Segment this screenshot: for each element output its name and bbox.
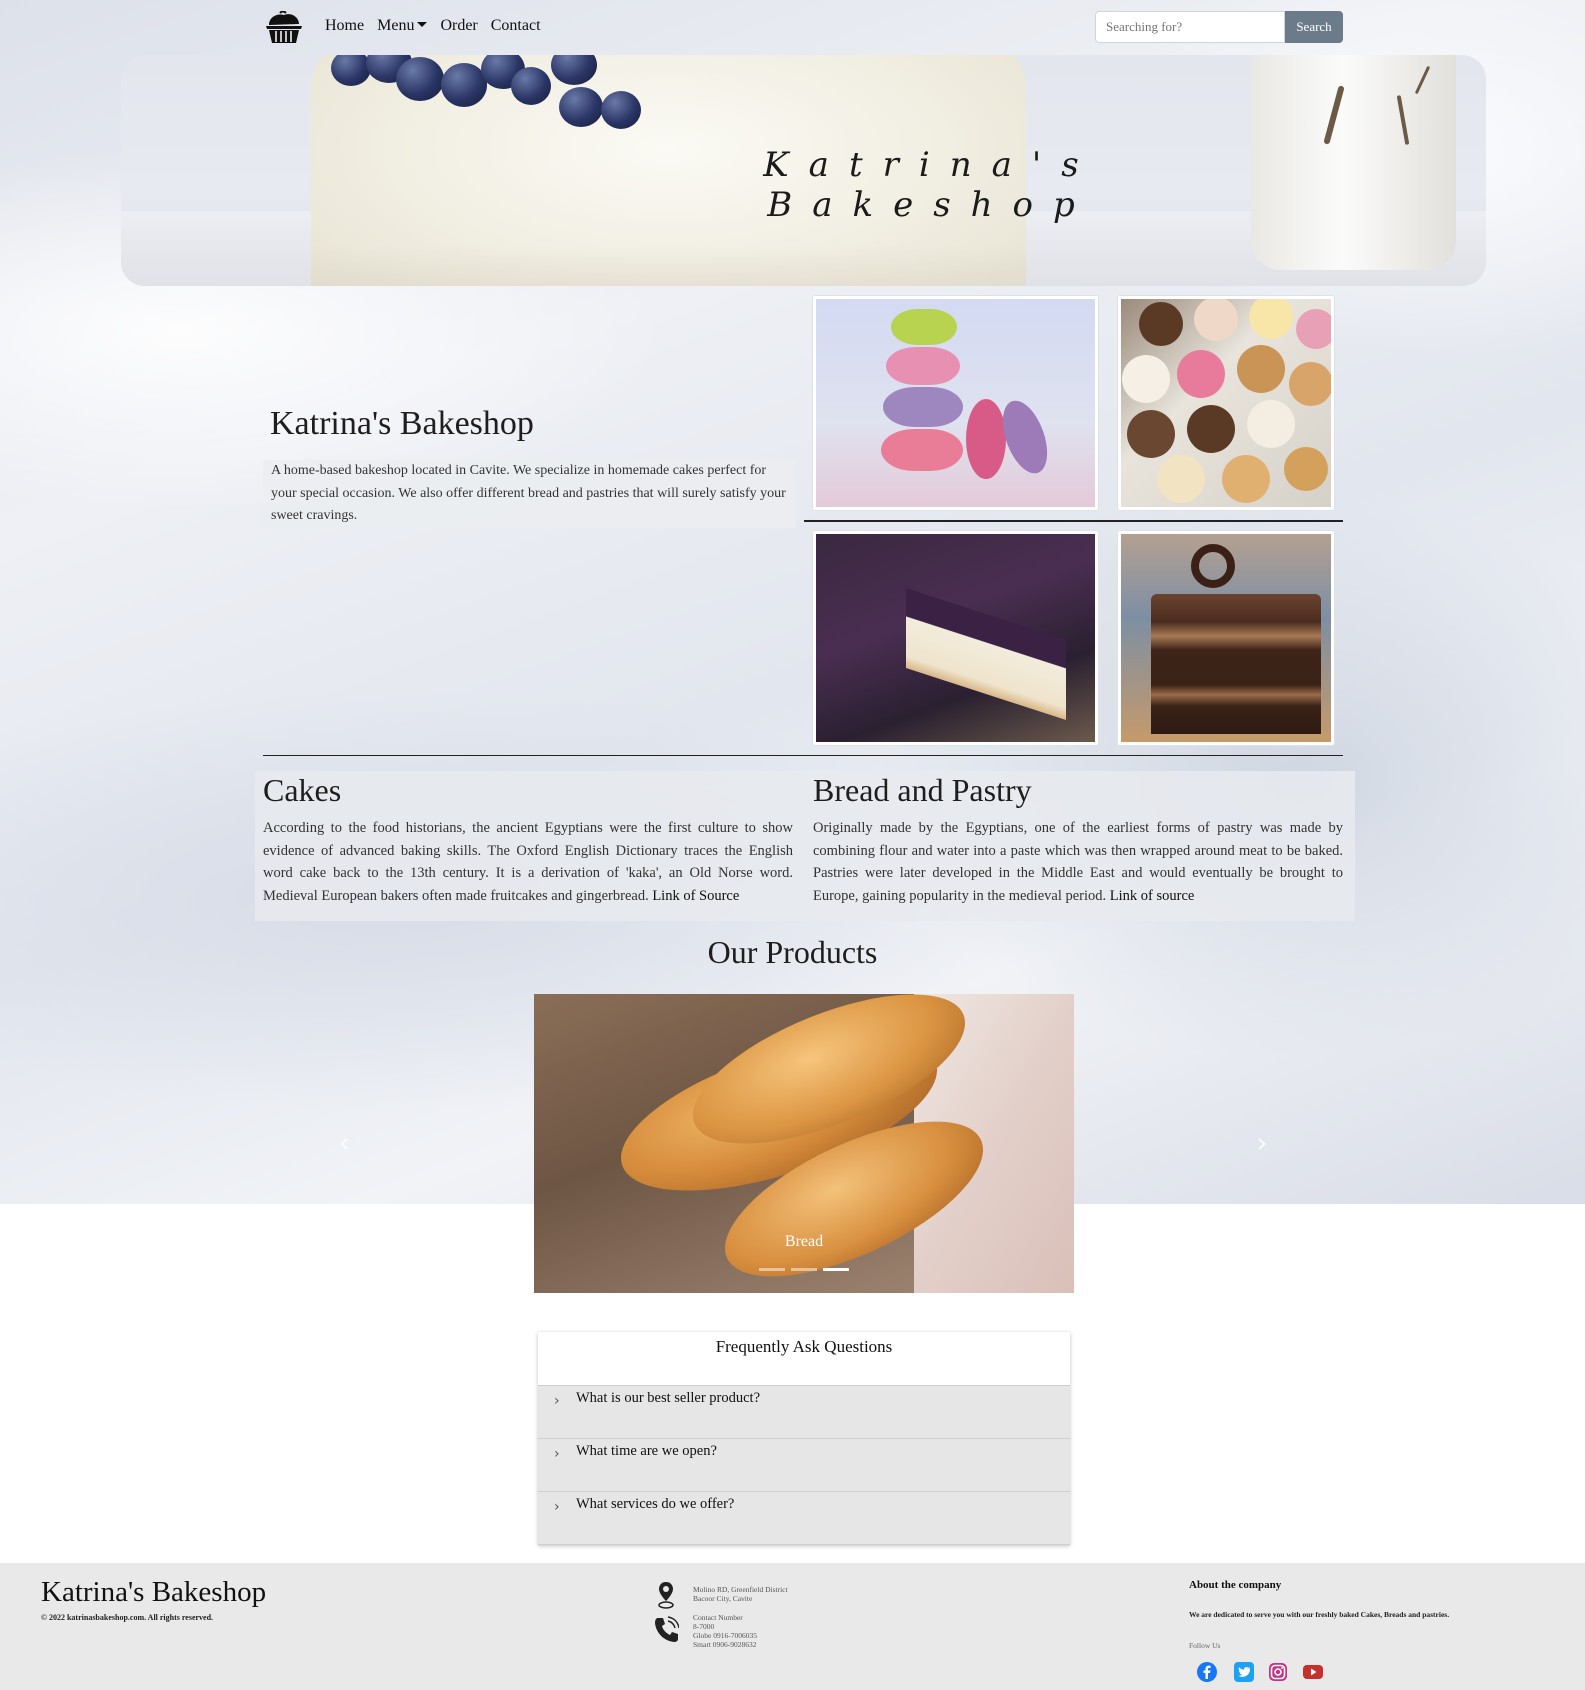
phone-icon [655,1616,679,1642]
contact-landline: 8-7000 [693,1622,715,1631]
footer: Katrina's Bakeshop © 2022 katrinasbakesh… [0,1563,1585,1690]
chocolate-cake-image [1117,530,1335,746]
carousel-indicator[interactable] [791,1268,817,1271]
pretzel-decoration [1191,544,1235,588]
map-pin-icon [658,1582,674,1609]
nav-order-link[interactable]: Order [440,17,477,35]
faq-question: What services do we offer? [576,1496,735,1512]
blueberry [331,55,371,86]
nav-menu-dropdown[interactable]: Menu [377,17,428,35]
macaron [886,347,960,385]
nav-home-link[interactable]: Home [325,17,364,35]
faq-accordion: Frequently Ask Questions › What is our b… [538,1332,1070,1545]
intro-title: Katrina's Bakeshop [270,405,534,442]
bread-source-link[interactable]: Link of source [1110,888,1195,904]
hero-title: Katrina's Bakeshop [731,145,1131,225]
contact-label: Contact Number [693,1613,743,1622]
caret-down-icon [417,22,428,27]
cakes-text: According to the food historians, the an… [263,817,793,907]
macaron [966,399,1006,479]
facebook-icon[interactable] [1197,1662,1217,1682]
footer-about-heading: About the company [1189,1579,1282,1591]
intro-text: A home-based bakeshop located in Cavite.… [263,460,796,528]
hero-vase-image [1251,55,1456,270]
instagram-icon[interactable] [1268,1662,1288,1682]
faq-question: What is our best seller product? [576,1390,761,1406]
macaron [883,387,963,427]
vase-mark [1414,65,1431,95]
cheesecake-slice [906,588,1066,720]
footer-follow-label: Follow Us [1189,1641,1221,1650]
blueberry [559,87,603,127]
bread-text: Originally made by the Egyptians, one of… [813,817,1343,907]
bread-title: Bread and Pastry [813,772,1032,808]
chevron-right-icon: › [554,1393,560,1409]
faq-title: Frequently Ask Questions [538,1332,1070,1386]
navbar: Home Menu Order Contact Search [263,9,1343,47]
hero-title-line2: Bakeshop [767,185,1095,225]
search-button[interactable]: Search [1285,11,1343,43]
nav-menu-label: Menu [377,17,415,34]
chevron-right-icon: › [554,1499,560,1515]
nav-links: Home Menu Order Contact [325,17,541,35]
chocolate-cake-slice [1151,594,1321,734]
hero-title-line1: Katrina's [763,145,1099,185]
bread-body: Originally made by the Egyptians, one of… [813,820,1343,904]
search-form: Search [1095,11,1343,43]
faq-item[interactable]: › What services do we offer? [538,1492,1070,1545]
chevron-left-icon[interactable]: ‹ [334,1128,354,1158]
footer-contact: Contact Number 8-7000 Globe 0916-7006035… [693,1613,757,1649]
blueberry-cheesecake-image [812,530,1099,746]
address-line: Molino RD, Greenfield District [693,1585,788,1594]
footer-copyright: © 2022 katrinasbakeshop.com. All rights … [41,1613,214,1622]
vase-mark [1323,85,1345,145]
carousel-indicators [534,1268,1074,1271]
cakes-title: Cakes [263,772,342,808]
search-input[interactable] [1095,11,1285,43]
faq-question: What time are we open? [576,1443,717,1459]
footer-brand: Katrina's Bakeshop [41,1576,267,1608]
blueberry [396,57,444,101]
cupcakes-image [1117,295,1335,511]
macaron [881,429,963,471]
blueberry [511,67,551,105]
macaron [891,309,957,345]
twitter-icon[interactable] [1234,1662,1254,1682]
contact-globe: Globe 0916-7006035 [693,1631,757,1640]
nav-contact-link[interactable]: Contact [491,17,541,35]
cupcake-logo-icon[interactable] [263,11,305,45]
carousel-indicator[interactable] [759,1268,785,1271]
gallery-divider [804,520,1343,522]
address-line: Bacoor City, Cavite [693,1594,753,1603]
chevron-right-icon: › [554,1446,560,1462]
blueberry [551,55,597,85]
footer-about-text: We are dedicated to serve you with our f… [1189,1610,1450,1619]
blueberry [601,91,641,129]
footer-address: Molino RD, Greenfield District Bacoor Ci… [693,1585,788,1603]
cakes-source-link[interactable]: Link of Source [652,888,739,904]
youtube-icon[interactable] [1303,1662,1323,1682]
carousel-indicator-active[interactable] [823,1268,849,1271]
vase-mark [1396,95,1410,145]
cupcakes-svg [1122,299,1331,503]
chevron-right-icon[interactable]: › [1252,1128,1272,1158]
contact-smart: Smart 0906-9028632 [693,1640,757,1649]
hero-banner: Katrina's Bakeshop [121,55,1486,286]
macarons-image [812,295,1099,511]
products-carousel[interactable]: Bread [534,994,1074,1293]
faq-item[interactable]: › What time are we open? [538,1439,1070,1492]
faq-item[interactable]: › What is our best seller product? [538,1386,1070,1439]
carousel-caption: Bread [784,1233,824,1250]
section-divider [263,755,1343,756]
products-title: Our Products [707,934,878,970]
